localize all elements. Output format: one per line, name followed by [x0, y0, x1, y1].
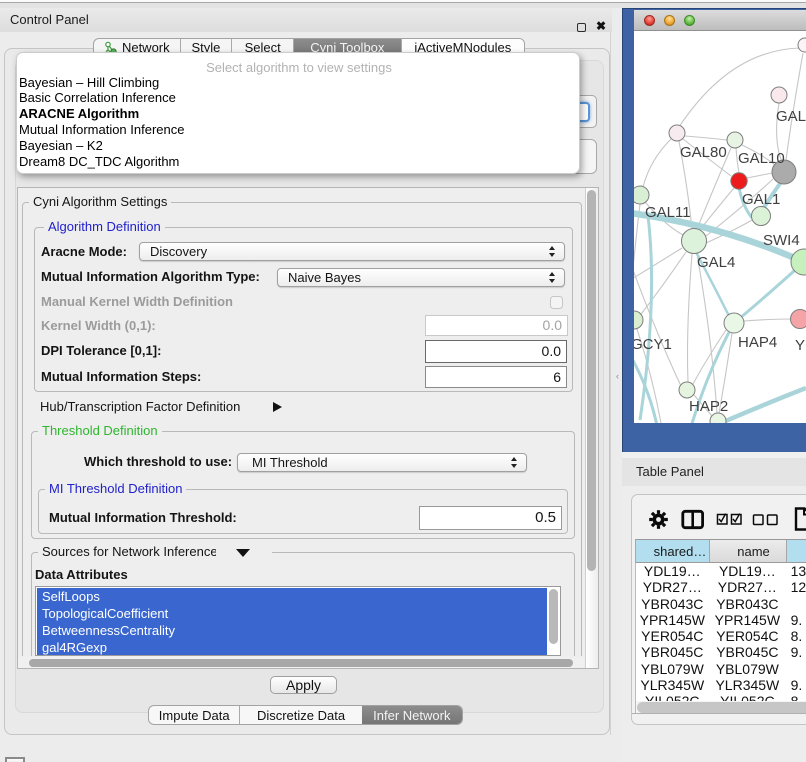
svg-text:Y: Y	[795, 337, 805, 354]
svg-text:GAL80: GAL80	[680, 144, 727, 161]
svg-text:GAL1: GAL1	[742, 191, 780, 208]
svg-text:HAP2: HAP2	[689, 398, 728, 415]
svg-text:GAL10: GAL10	[738, 150, 785, 167]
svg-text:HAP4: HAP4	[738, 334, 777, 351]
svg-text:GAL4: GAL4	[697, 254, 735, 271]
svg-text:SWI4: SWI4	[763, 232, 800, 249]
svg-text:GAL8: GAL8	[776, 108, 806, 125]
svg-text:GCY1: GCY1	[634, 336, 672, 353]
svg-text:GAL11: GAL11	[645, 204, 691, 221]
